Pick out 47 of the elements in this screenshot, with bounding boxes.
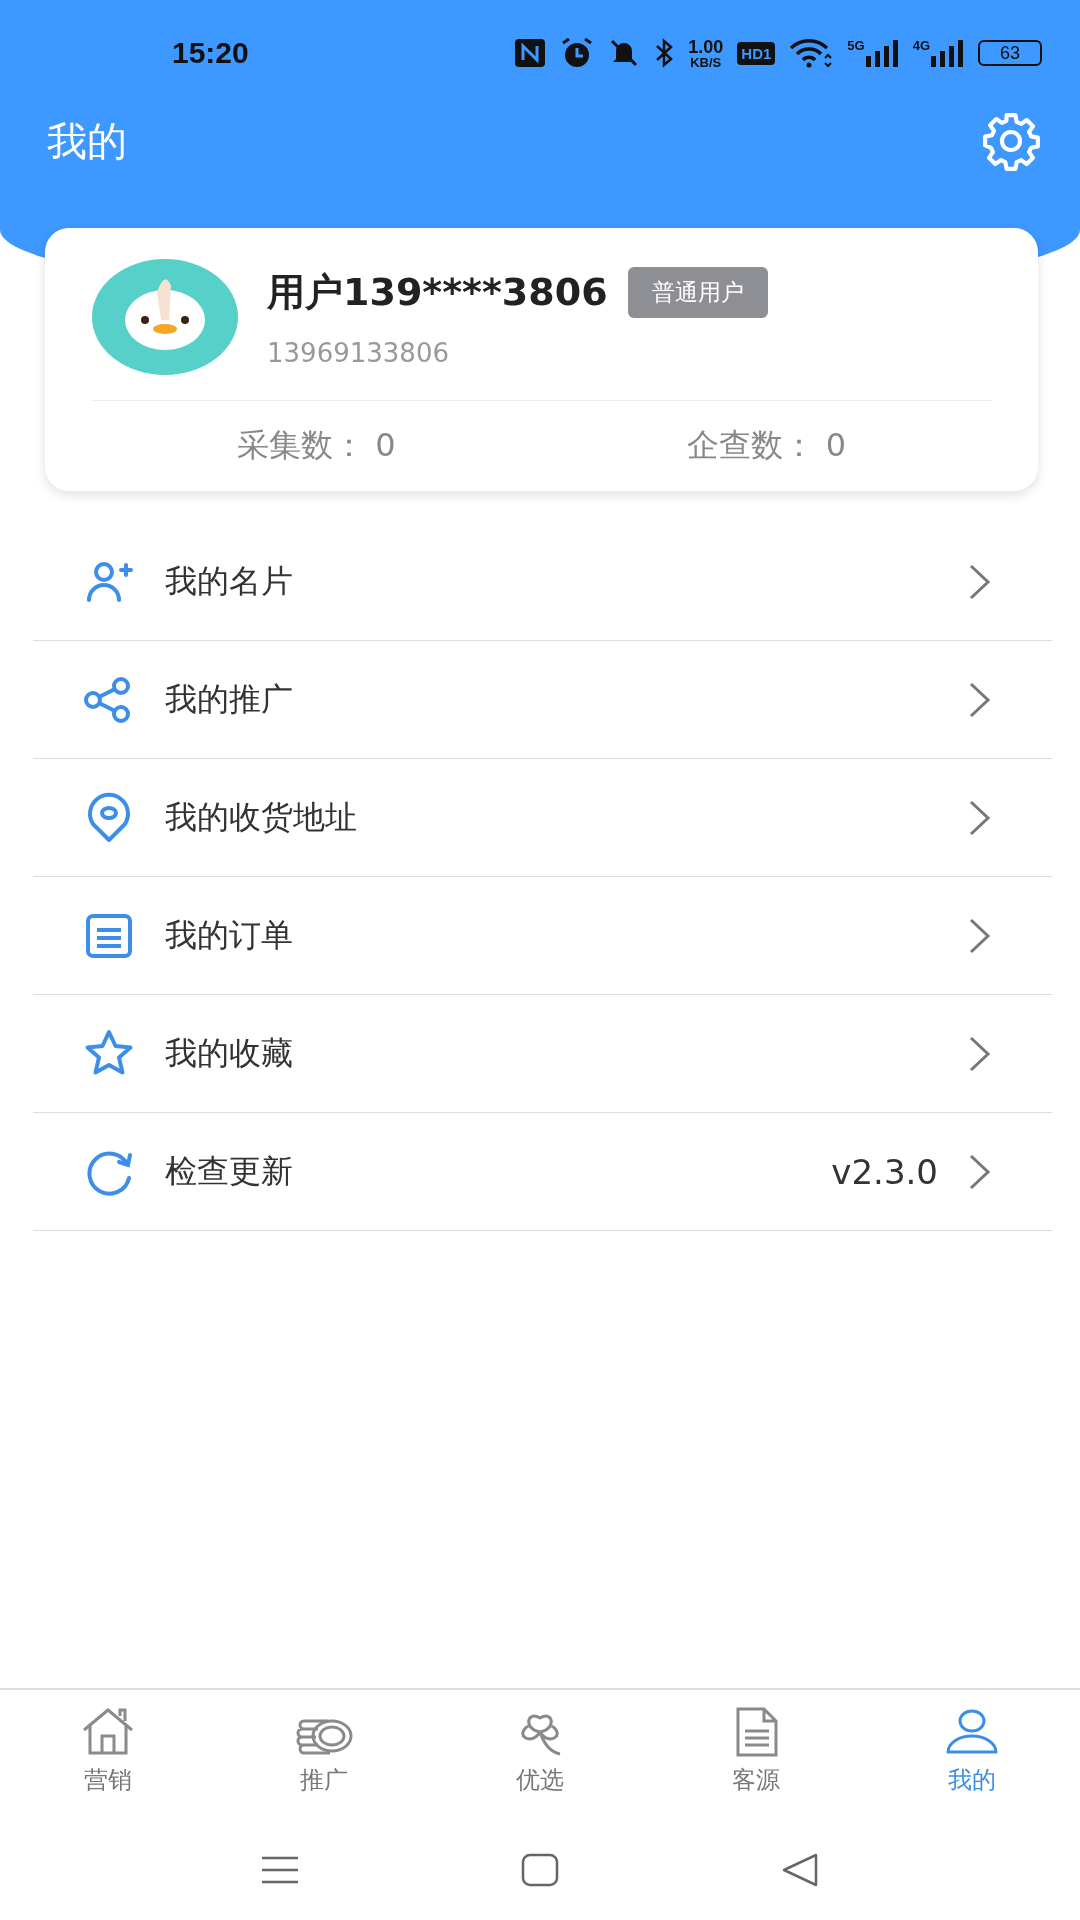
tab-item[interactable]: 客源 bbox=[648, 1690, 864, 1820]
menu-label: 检查更新 bbox=[165, 1150, 293, 1192]
tab-item[interactable]: 优选 bbox=[432, 1690, 648, 1820]
menu-item[interactable]: 我的收货地址 bbox=[33, 759, 1052, 877]
chevron-right-icon bbox=[968, 562, 992, 601]
menu-label: 我的订单 bbox=[165, 914, 293, 956]
version-text: v2.3.0 bbox=[831, 1151, 938, 1192]
home-button-icon[interactable] bbox=[520, 1852, 560, 1888]
wifi-icon bbox=[789, 38, 834, 68]
chevron-right-icon bbox=[968, 798, 992, 837]
menu-item[interactable]: 我的名片 bbox=[33, 523, 1052, 641]
menu-item[interactable]: 我的推广 bbox=[33, 641, 1052, 759]
chevron-right-icon bbox=[968, 680, 992, 719]
battery-indicator: 63 bbox=[978, 40, 1042, 66]
status-time: 15:20 bbox=[172, 36, 249, 70]
user-level-badge: 普通用户 bbox=[627, 266, 768, 318]
duck-avatar-icon bbox=[91, 258, 239, 376]
phone-number: 13969133806 bbox=[267, 337, 450, 368]
menu-item[interactable]: 检查更新 v2.3.0 bbox=[33, 1113, 1052, 1231]
chevron-right-icon bbox=[968, 1034, 992, 1073]
back-icon[interactable] bbox=[780, 1852, 820, 1888]
tab-item[interactable]: 推广 bbox=[216, 1690, 432, 1820]
network-label: 5G bbox=[847, 38, 865, 53]
user-name: 用户139****3806 bbox=[267, 268, 608, 316]
stat-count: 采集数： 0 bbox=[237, 425, 396, 466]
page-title: 我的 bbox=[47, 116, 127, 166]
hd-badge: HD1 bbox=[737, 41, 776, 65]
menu-label: 我的名片 bbox=[165, 560, 293, 602]
nfc-icon bbox=[514, 38, 547, 68]
network-speed: 1.00 bbox=[688, 37, 724, 56]
menu-label: 我的收藏 bbox=[165, 1032, 293, 1074]
menu-item[interactable]: 我的订单 bbox=[33, 877, 1052, 995]
settings-icon[interactable] bbox=[980, 110, 1042, 172]
chevron-right-icon bbox=[968, 1152, 992, 1191]
signal-icon bbox=[930, 38, 964, 68]
menu-label: 我的推广 bbox=[165, 678, 293, 720]
menu-item[interactable]: 我的收藏 bbox=[33, 995, 1052, 1113]
bluetooth-icon bbox=[654, 37, 675, 69]
tab-item[interactable]: 我的 bbox=[864, 1690, 1080, 1820]
menu-icon[interactable] bbox=[260, 1854, 300, 1886]
network-speed-unit: KB/S bbox=[690, 55, 722, 69]
stat-count: 企查数： 0 bbox=[687, 425, 846, 466]
signal-icon bbox=[864, 38, 899, 68]
chevron-right-icon bbox=[968, 916, 992, 955]
tab-item[interactable]: 营销 bbox=[0, 1690, 216, 1820]
menu-label: 我的收货地址 bbox=[165, 796, 357, 838]
network-label: 4G bbox=[912, 38, 930, 53]
